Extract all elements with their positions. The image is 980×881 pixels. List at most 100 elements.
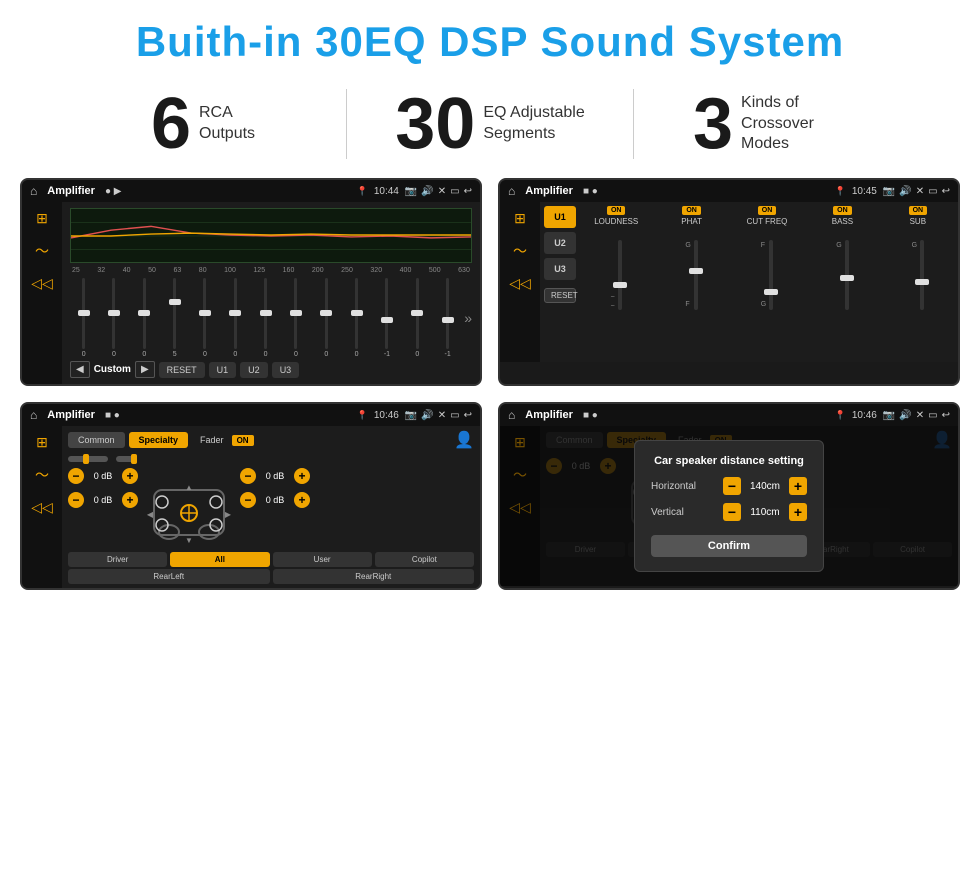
close-icon-4[interactable]: ✕ [916,410,924,421]
db-plus-br[interactable]: + [294,492,310,508]
db-plus-tl[interactable]: + [122,468,138,484]
status-dots-2: ■ ● [583,186,598,197]
home-icon-4[interactable]: ⌂ [508,408,515,422]
speaker-icon-3[interactable]: ◁◁ [31,499,53,516]
slider-track-5[interactable] [203,278,206,349]
reset-button-1[interactable]: RESET [159,362,205,378]
u2-button-1[interactable]: U2 [240,362,268,378]
window-icon-4[interactable]: ▭ [928,410,937,421]
db-plus-bl[interactable]: + [122,492,138,508]
close-icon-2[interactable]: ✕ [916,186,924,197]
copilot-button-3[interactable]: Copilot [375,552,474,567]
eq-icon-3[interactable]: ⊞ [36,434,48,451]
eq-icon-1[interactable]: ⊞ [36,210,48,227]
u1-button-1[interactable]: U1 [209,362,237,378]
eq-icon-2[interactable]: ⊞ [514,210,526,227]
prev-button[interactable]: ◀ [70,361,90,378]
driver-button-3[interactable]: Driver [68,552,167,567]
horizontal-minus[interactable]: − [723,477,741,495]
loudness-label: LOUDNESS [594,217,638,226]
sub-on-badge[interactable]: ON [909,206,928,215]
slider-track-4[interactable] [173,278,176,349]
vertical-plus[interactable]: + [789,503,807,521]
tab-specialty-3[interactable]: Specialty [129,432,189,448]
rearleft-button-3[interactable]: RearLeft [68,569,270,584]
next-button[interactable]: ▶ [135,361,155,378]
more-icon[interactable]: » [464,310,472,326]
phat-on-badge[interactable]: ON [682,206,701,215]
u3-button-1[interactable]: U3 [272,362,300,378]
user-button-3[interactable]: User [273,552,372,567]
db-minus-tr[interactable]: − [240,468,256,484]
sub-slider[interactable] [920,240,924,310]
reset-button-2[interactable]: RESET [544,288,576,303]
home-icon-3[interactable]: ⌂ [30,408,37,422]
fader-on-badge[interactable]: ON [232,435,254,446]
status-bar-3: ⌂ Amplifier ■ ● 📍 10:46 📷 🔊 ✕ ▭ ↩ [22,404,480,426]
db-minus-bl[interactable]: − [68,492,84,508]
home-icon-2[interactable]: ⌂ [508,184,515,198]
sub-label: SUB [910,217,926,226]
phat-slider[interactable] [694,240,698,310]
slider-track-3[interactable] [143,278,146,349]
wave-icon-1[interactable]: 〜 [35,241,49,261]
fader-slider-bar-2[interactable] [116,456,136,462]
db-value-tr: 0 dB [260,471,290,481]
wave-icon-3[interactable]: 〜 [35,465,49,485]
wave-icon-2[interactable]: 〜 [513,241,527,261]
window-icon-2[interactable]: ▭ [928,186,937,197]
u2-preset[interactable]: U2 [544,232,576,254]
eq-slider-col-1: 0 [70,278,97,358]
close-icon-1[interactable]: ✕ [438,186,446,197]
back-icon-1[interactable]: ↩ [464,186,472,197]
window-icon-1[interactable]: ▭ [450,186,459,197]
db-minus-br[interactable]: − [240,492,256,508]
back-icon-2[interactable]: ↩ [942,186,950,197]
horizontal-plus[interactable]: + [789,477,807,495]
window-icon-3[interactable]: ▭ [450,410,459,421]
vertical-minus[interactable]: − [723,503,741,521]
eq-slider-col-2: 0 [100,278,127,358]
slider-track-13[interactable] [446,278,449,349]
tab-common-3[interactable]: Common [68,432,125,448]
slider-track-12[interactable] [416,278,419,349]
bass-on-badge[interactable]: ON [833,206,852,215]
close-icon-3[interactable]: ✕ [438,410,446,421]
slider-track-9[interactable] [325,278,328,349]
slider-track-6[interactable] [234,278,237,349]
slider-track-7[interactable] [264,278,267,349]
slider-track-11[interactable] [385,278,388,349]
stat-number-rca: 6 [151,88,191,160]
back-icon-4[interactable]: ↩ [942,410,950,421]
amp-presets: U1 U2 U3 RESET [544,206,576,358]
u3-preset[interactable]: U3 [544,258,576,280]
back-icon-3[interactable]: ↩ [464,410,472,421]
confirm-button[interactable]: Confirm [651,535,807,557]
home-icon-1[interactable]: ⌂ [30,184,37,198]
fader-slider-bar-1[interactable] [68,456,108,462]
loudness-on-badge[interactable]: ON [607,206,626,215]
phat-label: PHAT [681,217,702,226]
bass-slider[interactable] [845,240,849,310]
db-minus-tl[interactable]: − [68,468,84,484]
app-name-1: Amplifier [47,185,95,197]
speaker-icon-1[interactable]: ◁◁ [31,275,53,292]
cutfreq-on-badge[interactable]: ON [758,206,777,215]
speaker-icon-2[interactable]: ◁◁ [509,275,531,292]
slider-track-10[interactable] [355,278,358,349]
cutfreq-slider[interactable] [769,240,773,310]
dialog-overlay: Car speaker distance setting Horizontal … [500,426,958,586]
slider-track-1[interactable] [82,278,85,349]
rearright-button-3[interactable]: RearRight [273,569,475,584]
app-name-4: Amplifier [525,409,573,421]
car-svg-area: ▲ ▼ ◀ ▶ [144,470,234,545]
slider-track-2[interactable] [112,278,115,349]
loudness-slider[interactable] [618,240,622,310]
all-button-3[interactable]: All [170,552,269,567]
u1-preset[interactable]: U1 [544,206,576,228]
custom-label: Custom [94,364,131,375]
db-plus-tr[interactable]: + [294,468,310,484]
app-name-2: Amplifier [525,185,573,197]
slider-track-8[interactable] [294,278,297,349]
volume-icon-2: 🔊 [899,186,911,197]
